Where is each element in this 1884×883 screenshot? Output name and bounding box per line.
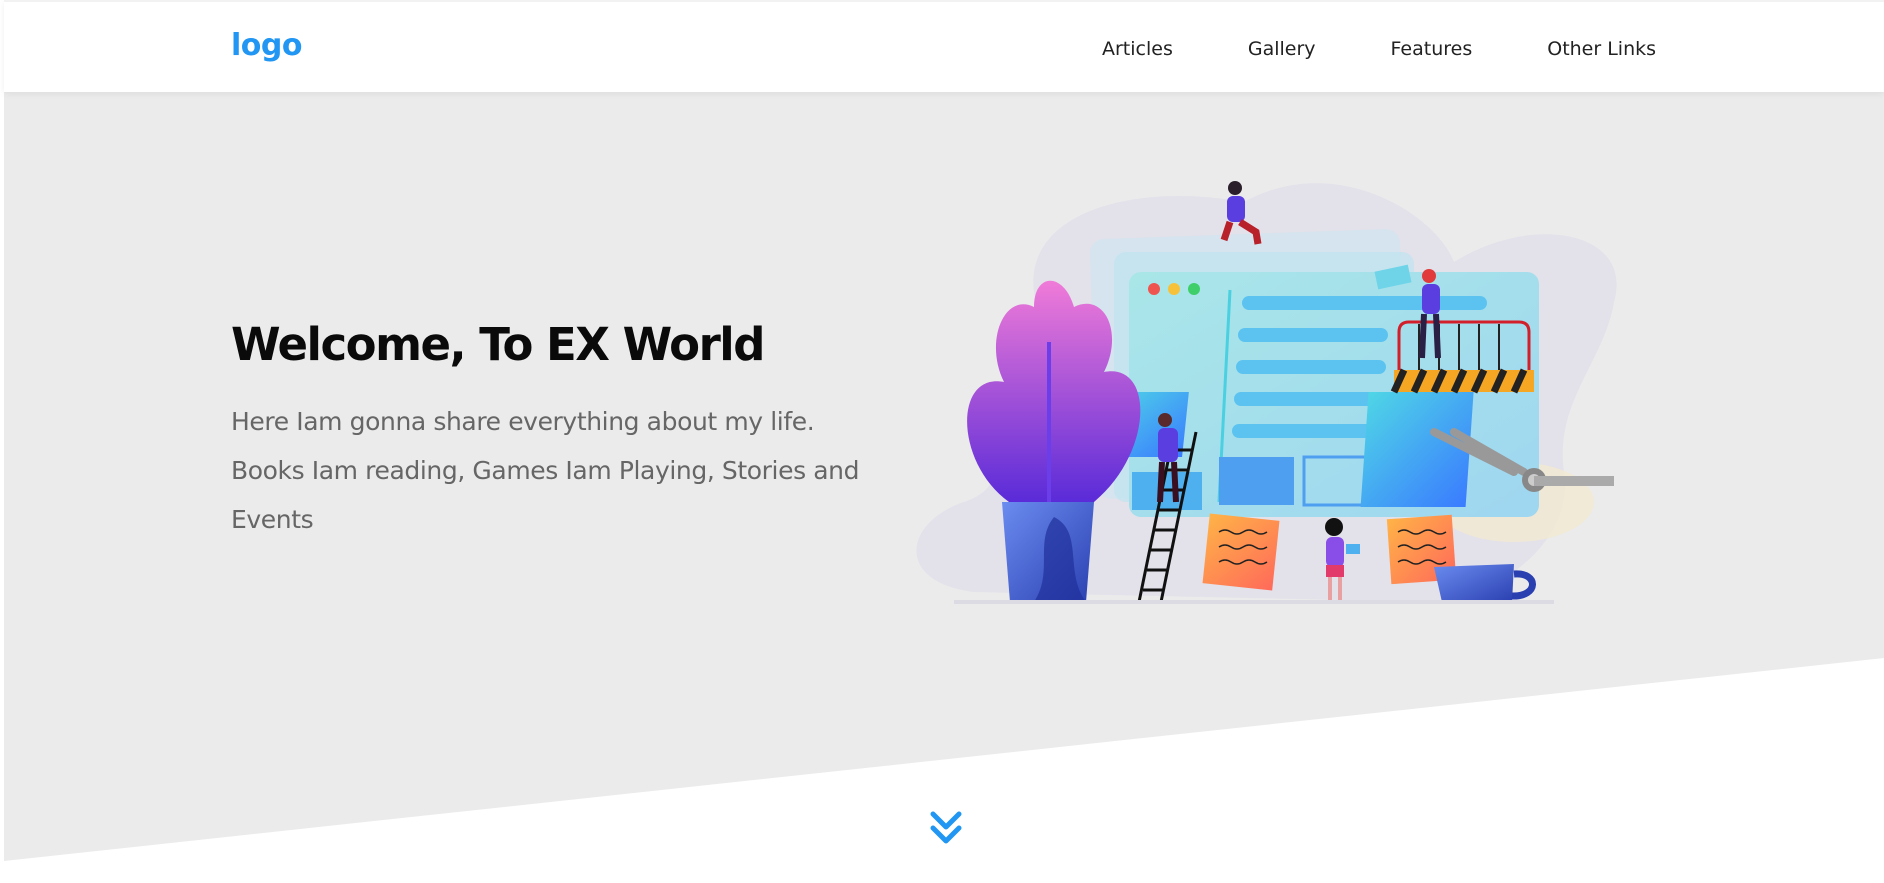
page: logo Articles Gallery Features Other Lin… (4, 0, 1884, 883)
nav-link-articles[interactable]: Articles (1102, 38, 1173, 60)
top-navbar: logo Articles Gallery Features Other Lin… (4, 0, 1884, 92)
nav-link-other-links[interactable]: Other Links (1547, 38, 1656, 60)
hero-section: Welcome, To EX World Here Iam gonna shar… (4, 92, 1884, 883)
hero-title: Welcome, To EX World (231, 318, 765, 371)
main-nav: Articles Gallery Features Other Links (1102, 38, 1656, 60)
double-chevron-down-icon[interactable] (929, 810, 963, 850)
nav-link-gallery[interactable]: Gallery (1248, 38, 1316, 60)
hero-description: Here Iam gonna share everything about my… (231, 407, 860, 534)
website-building-illustration-icon (916, 181, 1617, 604)
nav-link-features[interactable]: Features (1391, 38, 1473, 60)
logo-link[interactable]: logo (231, 28, 302, 63)
